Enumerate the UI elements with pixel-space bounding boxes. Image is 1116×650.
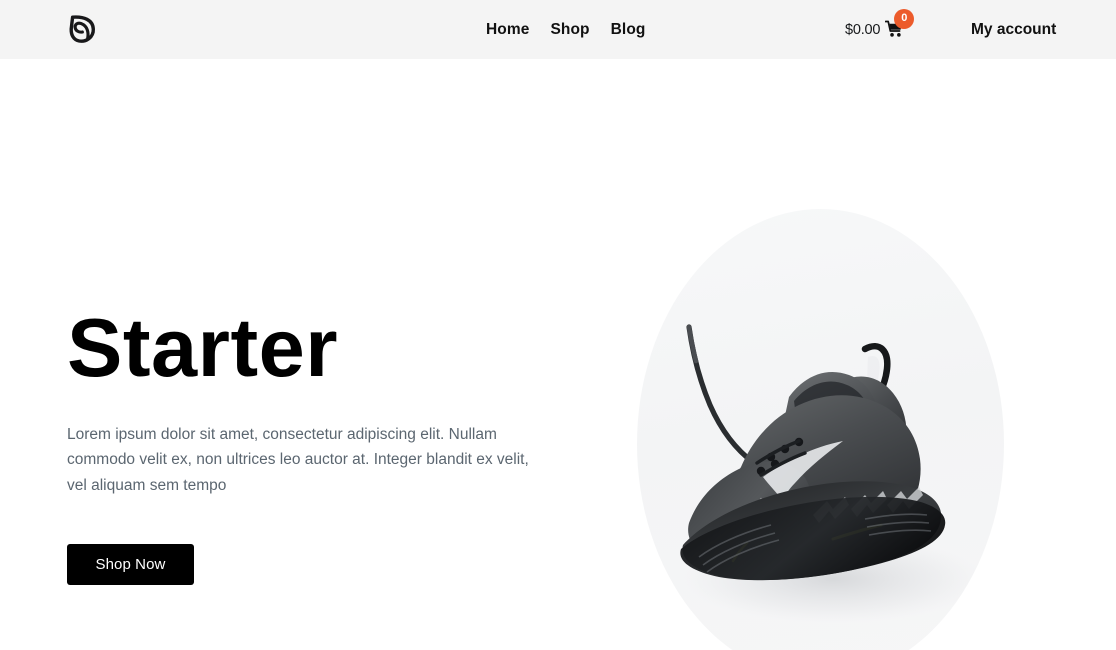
cart-total-amount: $0.00 [845,21,881,38]
nav-item-blog[interactable]: Blog [611,21,646,39]
leaf-logo-icon[interactable] [66,12,100,46]
hero-section: Starter Lorem ipsum dolor sit amet, cons… [0,59,1116,650]
shop-now-button[interactable]: Shop Now [67,543,194,585]
nav-item-shop[interactable]: Shop [550,21,589,39]
cart-widget[interactable]: $0.00 0 [845,0,915,59]
site-header: Home Shop Blog $0.00 0 My account [0,0,1116,59]
shopping-cart-icon[interactable]: 0 [884,8,915,40]
hero-copy-block: Starter Lorem ipsum dolor sit amet, cons… [67,301,567,585]
hero-product-image [637,209,1004,650]
hero-paragraph: Lorem ipsum dolor sit amet, consectetur … [67,426,529,494]
main-navigation: Home Shop Blog [486,0,645,59]
hero-title: Starter [67,301,339,394]
nav-item-home[interactable]: Home [486,21,529,39]
cart-count-badge: 0 [894,8,915,29]
shoe-photo [637,209,1004,650]
my-account-link[interactable]: My account [971,0,1056,59]
